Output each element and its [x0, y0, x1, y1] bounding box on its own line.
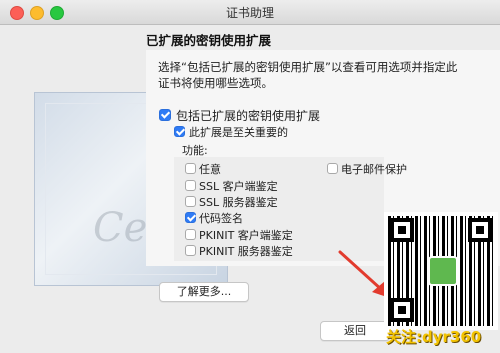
qr-code-image: [384, 212, 498, 330]
qr-finder-top-left: [390, 218, 414, 242]
qr-logo-icon: [428, 256, 458, 286]
qr-finder-bottom-left: [390, 298, 414, 322]
qr-finder-top-right: [468, 218, 492, 242]
watermark-text: 关注:dyr360: [386, 328, 482, 346]
